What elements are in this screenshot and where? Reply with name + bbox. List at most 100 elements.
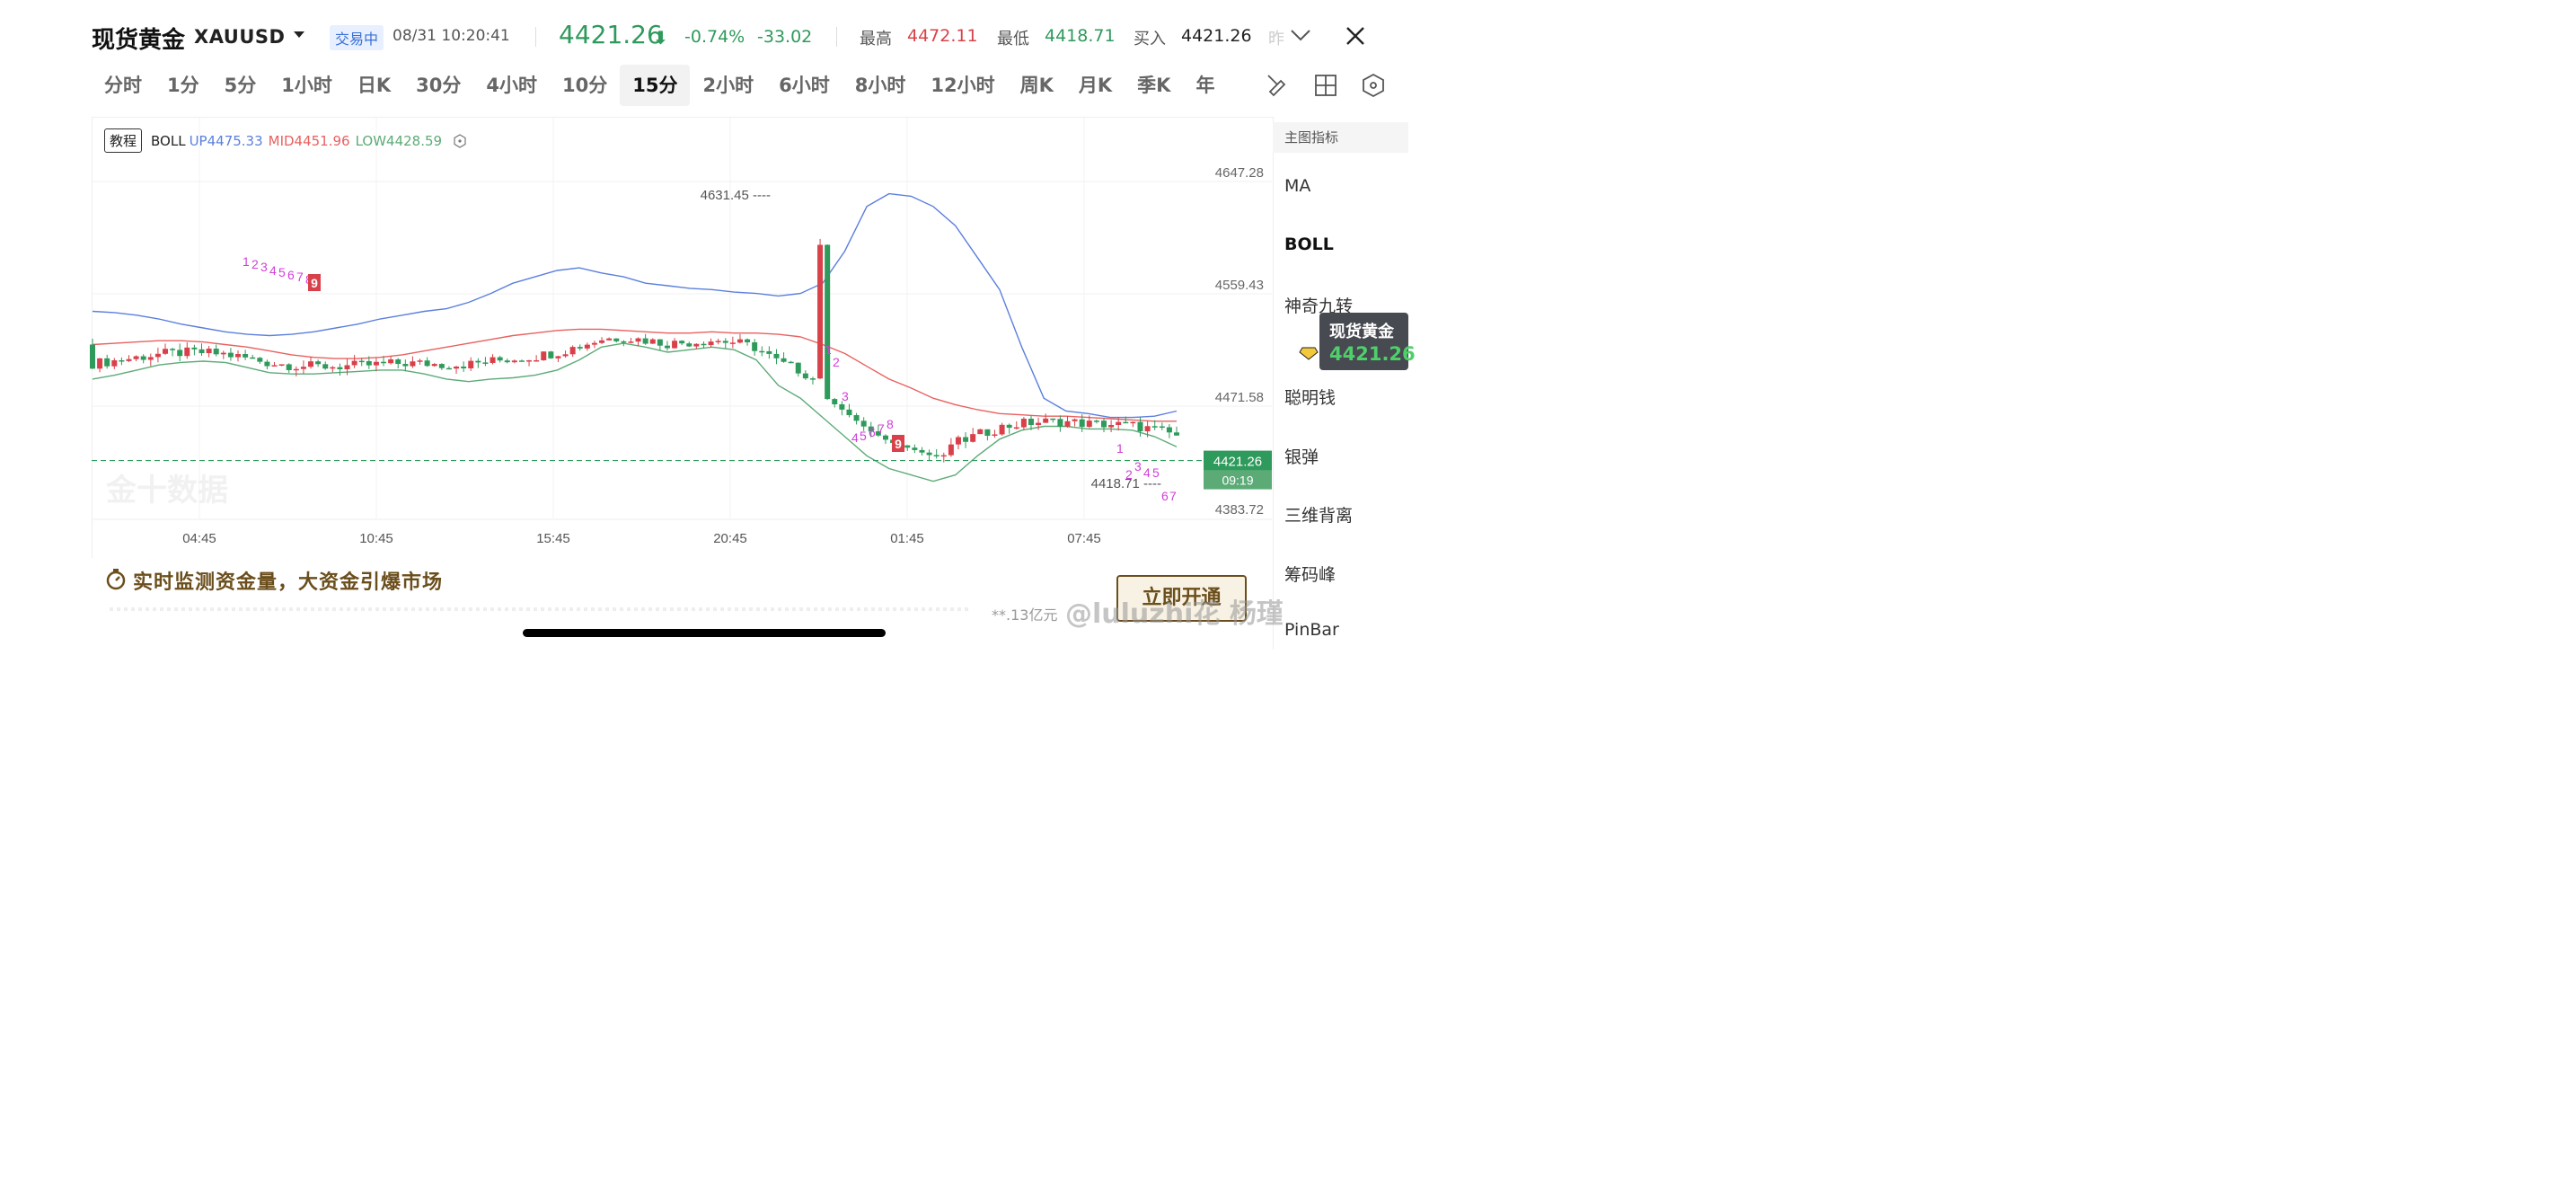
candle-body: [635, 338, 641, 342]
td-count-label: 7: [1169, 489, 1177, 503]
y-tick-label: 4471.58: [1215, 390, 1264, 405]
chevron-down-icon[interactable]: [1290, 24, 1311, 46]
indicator-item-chip-peak[interactable]: 筹码峰: [1284, 562, 1336, 586]
candle-body: [243, 354, 249, 358]
candle-body: [1013, 427, 1019, 429]
td-count-label: 4: [851, 430, 859, 445]
settings-hexagon-icon[interactable]: [1360, 72, 1387, 99]
candlestick-chart[interactable]: 4647.284559.434471.584383.7204:45 10:45 15…: [0, 0, 1273, 557]
td-count-label: 5: [860, 429, 867, 443]
candle-body: [504, 360, 510, 363]
candle-countdown: 09:19: [1222, 474, 1253, 488]
candle-body: [191, 347, 198, 350]
candle-body: [788, 361, 794, 364]
candle-body: [599, 340, 605, 343]
td-count-label: 2: [833, 355, 840, 369]
indicator-settings-icon[interactable]: [453, 133, 467, 148]
candle-body: [773, 353, 780, 358]
candle-body: [1174, 432, 1179, 436]
td-count-label: 2: [1125, 467, 1133, 482]
candle-body: [300, 367, 306, 369]
td-count-label: 8: [887, 417, 894, 431]
candle-body: [198, 349, 205, 354]
candle-body: [468, 360, 474, 368]
candle-body: [737, 339, 743, 343]
td-count-label: 5: [1152, 465, 1160, 480]
td-count-label: 7: [878, 421, 885, 436]
indicator-item-boll[interactable]: BOLL: [1284, 235, 1334, 254]
candle-body: [963, 437, 969, 442]
candle-body: [534, 359, 540, 362]
candle-body: [752, 341, 758, 351]
candle-body: [999, 424, 1005, 435]
candle-body: [170, 349, 176, 350]
candle-body: [497, 357, 503, 361]
close-icon[interactable]: [1344, 24, 1367, 48]
candle-body: [715, 341, 721, 342]
candle-body: [184, 347, 190, 357]
x-tick-label: 04:45: [182, 531, 216, 546]
tutorial-button[interactable]: 教程: [104, 128, 143, 153]
candle-body: [853, 415, 860, 421]
candle-body: [402, 364, 409, 367]
candle-body: [1057, 419, 1063, 427]
candle-body: [577, 347, 583, 349]
candle-body: [154, 353, 161, 358]
candle-body: [679, 341, 685, 344]
max-price-marker: 4631.45 ----: [701, 188, 771, 203]
candle-body: [330, 367, 336, 369]
y-tick-label: 4647.28: [1215, 165, 1264, 181]
x-tick-label: 15:45: [536, 531, 570, 546]
candle-body: [781, 358, 787, 362]
home-indicator[interactable]: [523, 629, 886, 637]
layout-grid-icon[interactable]: [1312, 72, 1339, 99]
indicator-panel-title: 主图指标: [1273, 122, 1408, 153]
candle-body: [126, 358, 132, 361]
x-tick-label: 01:45: [890, 531, 924, 546]
candle-body: [613, 338, 620, 341]
indicator-name: BOLL: [151, 132, 186, 149]
x-tick-label: 10:45: [359, 531, 393, 546]
candle-body: [475, 360, 481, 363]
indicator-item-smart-money[interactable]: 聪明钱: [1284, 385, 1336, 409]
candle-body: [220, 352, 226, 355]
candle-body: [395, 358, 401, 365]
candle-body: [1028, 419, 1034, 426]
candle-body: [358, 360, 365, 363]
candle-body: [606, 338, 613, 341]
td-count-label: 3: [260, 260, 268, 274]
candle-body: [1100, 420, 1107, 428]
candle-body: [278, 364, 285, 366]
candle-body: [912, 447, 918, 450]
candle-body: [482, 362, 489, 364]
x-tick-label: 20:45: [713, 531, 747, 546]
candle-body: [628, 341, 634, 343]
candle-body: [1108, 424, 1115, 428]
candle-body: [569, 347, 576, 355]
indicator-item-3d-divergence[interactable]: 三维背离: [1284, 502, 1353, 527]
indicator-item-silver-bullet[interactable]: 银弹: [1284, 444, 1319, 468]
candle-body: [1020, 419, 1027, 428]
candle-body: [584, 344, 590, 349]
candle-body: [686, 343, 693, 347]
candle-body: [708, 341, 714, 346]
candle-body: [381, 361, 387, 364]
candle-body: [1093, 420, 1099, 422]
candle-body: [133, 356, 139, 359]
candle-body: [163, 349, 169, 354]
candle-body: [745, 339, 751, 342]
candle-body: [693, 343, 700, 347]
candle-body: [1086, 420, 1092, 428]
td-count-label: 1: [1116, 441, 1124, 456]
candle-body: [759, 350, 765, 353]
indicator-item-ma[interactable]: MA: [1284, 176, 1310, 196]
indicator-item-pinbar[interactable]: PinBar: [1284, 620, 1339, 640]
boll-upper-line: [92, 192, 1178, 419]
candle-body: [766, 350, 772, 354]
candle-body: [649, 339, 656, 344]
candle-body: [1166, 427, 1172, 433]
candle-body: [1144, 426, 1151, 432]
candle-body: [518, 360, 525, 362]
candle-body: [729, 342, 736, 344]
candle-body: [511, 360, 517, 363]
